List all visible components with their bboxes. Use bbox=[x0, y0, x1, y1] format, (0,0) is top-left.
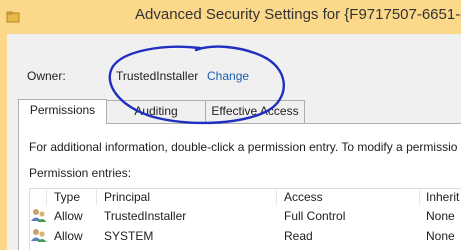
permission-entries-label: Permission entries: bbox=[29, 166, 132, 180]
tab-permissions[interactable]: Permissions bbox=[18, 99, 107, 124]
row-principal: TrustedInstaller bbox=[104, 209, 187, 223]
window-title: Advanced Security Settings for {F9717507… bbox=[135, 6, 461, 23]
column-header-access[interactable]: Access bbox=[284, 190, 323, 204]
row-inherit: None bbox=[426, 209, 455, 223]
tab-effective-access[interactable]: Effective Access bbox=[205, 100, 305, 123]
permission-entries-grid[interactable] bbox=[29, 188, 461, 250]
row-access: Read bbox=[284, 229, 313, 243]
owner-label: Owner: bbox=[27, 69, 66, 83]
tab-permissions-label: Permissions bbox=[29, 103, 96, 117]
column-separator bbox=[46, 188, 47, 205]
column-header-principal[interactable]: Principal bbox=[104, 190, 150, 204]
owner-value: TrustedInstaller bbox=[116, 69, 199, 83]
column-separator bbox=[96, 188, 97, 205]
folder-icon bbox=[6, 11, 20, 23]
users-icon bbox=[31, 229, 47, 242]
row-principal: SYSTEM bbox=[104, 229, 154, 243]
info-text: For additional information, double-click… bbox=[29, 140, 458, 154]
advanced-security-window: Advanced Security Settings for {F9717507… bbox=[0, 0, 461, 250]
tab-auditing[interactable]: Auditing bbox=[106, 100, 206, 123]
title-bar[interactable]: Advanced Security Settings for {F9717507… bbox=[0, 0, 461, 35]
column-separator bbox=[419, 188, 420, 205]
tab-effective-access-label: Effective Access bbox=[211, 104, 299, 118]
column-header-inherit[interactable]: Inherit bbox=[426, 190, 459, 204]
users-icon bbox=[31, 209, 47, 222]
row-inherit: None bbox=[426, 229, 455, 243]
window-border bbox=[0, 34, 7, 250]
change-owner-link[interactable]: Change bbox=[207, 69, 249, 83]
column-separator bbox=[276, 188, 277, 205]
row-type: Allow bbox=[54, 209, 83, 223]
column-header-type[interactable]: Type bbox=[54, 190, 80, 204]
tab-auditing-label: Auditing bbox=[134, 104, 178, 118]
row-type: Allow bbox=[54, 229, 83, 243]
row-access: Full Control bbox=[284, 209, 346, 223]
